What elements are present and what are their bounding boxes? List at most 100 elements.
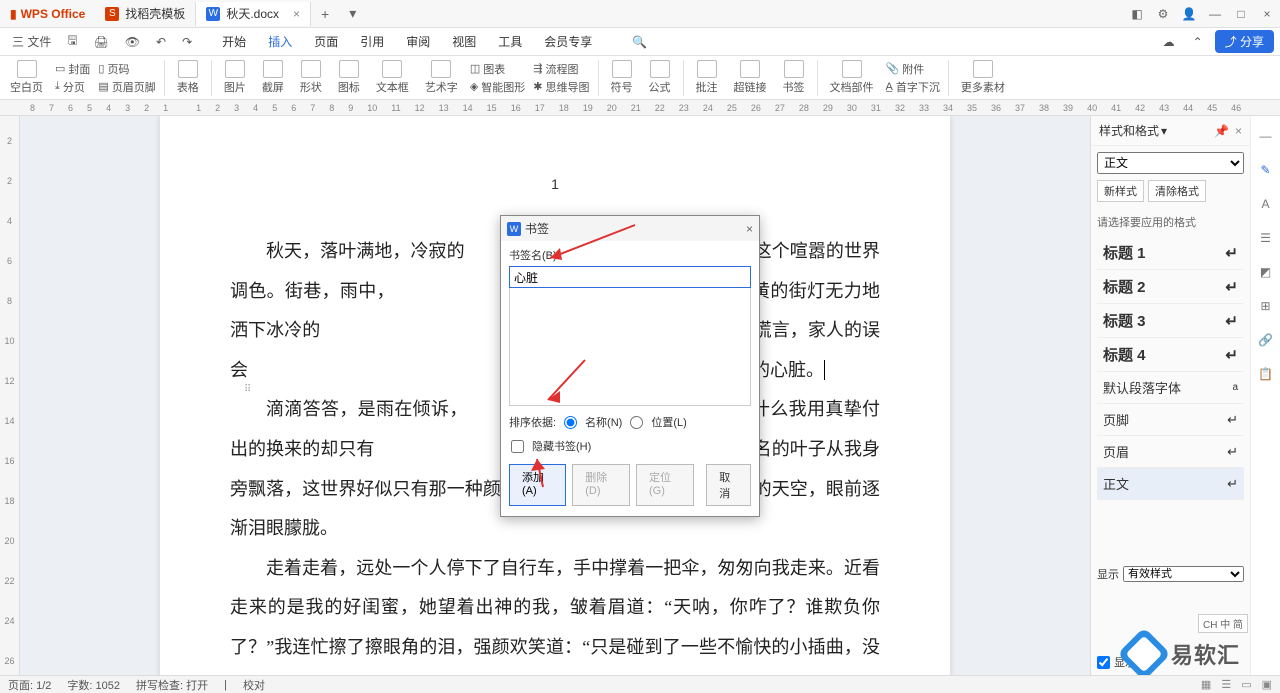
clear-format-button[interactable]: 清除格式 (1148, 180, 1206, 202)
view-print-icon[interactable]: ▦ (1201, 678, 1211, 691)
tab-view[interactable]: 视图 (442, 29, 486, 54)
status-proof[interactable]: 校对 (243, 677, 265, 693)
rb-page-number[interactable]: ▯ 页码 (98, 61, 155, 77)
rb-more[interactable]: 更多素材 (957, 60, 1009, 95)
window-maximize[interactable]: □ (1228, 7, 1254, 21)
rb-dropcap[interactable]: A̲ 首字下沉 (886, 79, 940, 95)
rb-page-break[interactable]: ⤓ 分页 (55, 79, 90, 95)
ime-indicator[interactable]: CH 中 简 (1198, 614, 1248, 633)
share-button[interactable]: ⤴ 分享 (1215, 30, 1274, 53)
redo-icon[interactable]: ↷ (176, 31, 198, 53)
bookmark-name-input[interactable] (509, 266, 751, 288)
style-item-h4[interactable]: 标题 4↵ (1097, 338, 1244, 372)
save-icon[interactable]: 🖫 (61, 27, 83, 56)
rail-nav-icon[interactable]: ⊞ (1256, 296, 1276, 316)
show-preview-checkbox[interactable] (1097, 656, 1110, 669)
rb-icons[interactable]: 图标 (334, 60, 364, 95)
tab-vip[interactable]: 会员专享 (534, 29, 602, 54)
rb-equation[interactable]: 公式 (645, 60, 675, 95)
view-web-icon[interactable]: ▭ (1241, 678, 1251, 691)
status-page[interactable]: 页面: 1/2 (8, 677, 51, 693)
tab-tools[interactable]: 工具 (488, 29, 532, 54)
pin-icon[interactable]: 📌 (1214, 124, 1229, 138)
drag-handle-icon[interactable]: ⠿ (244, 384, 249, 395)
window-minimize[interactable]: — (1202, 7, 1228, 21)
rb-bookmark[interactable]: 书签 (779, 60, 809, 95)
collapse-icon[interactable]: ⌃ (1187, 31, 1209, 53)
rb-header-footer[interactable]: ▤ 页眉页脚 (98, 79, 155, 95)
cloud-icon[interactable]: ☁ (1157, 31, 1181, 53)
rb-screenshot[interactable]: 截屏 (258, 60, 288, 95)
file-menu[interactable]: 三 文件 (6, 29, 57, 54)
window-close[interactable]: × (1254, 7, 1280, 21)
window-settings-icon[interactable]: ⚙ (1150, 7, 1176, 21)
rb-symbol[interactable]: 符号 (607, 60, 637, 95)
bookmark-list[interactable] (509, 288, 751, 406)
dialog-close-icon[interactable]: × (746, 222, 753, 236)
rail-style-icon[interactable]: A (1256, 194, 1276, 214)
cancel-button[interactable]: 取消 (706, 464, 751, 506)
dialog-titlebar[interactable]: W 书签 × (501, 216, 759, 241)
tab-document[interactable]: W 秋天.docx × (196, 2, 311, 26)
undo-icon[interactable]: ↶ (150, 31, 172, 53)
rb-shapes[interactable]: 形状 (296, 60, 326, 95)
tab-page[interactable]: 页面 (304, 29, 348, 54)
current-style-select[interactable]: 正文 (1097, 152, 1244, 174)
tab-template[interactable]: S 找稻壳模板 (95, 2, 196, 26)
sort-name-radio[interactable] (564, 416, 577, 429)
rb-chart[interactable]: ◫ 图表 (470, 61, 525, 77)
paragraph: 走着走着，远处一个人停下了自行车，手中撑着一把伞，匆匆向我走来。近看走来的是我的… (230, 549, 880, 676)
rb-attachment[interactable]: 📎 附件 (886, 61, 940, 77)
sort-location-radio[interactable] (630, 416, 643, 429)
rb-smartart[interactable]: ◈ 智能图形 (470, 79, 525, 95)
user-avatar[interactable]: 👤 (1176, 7, 1202, 21)
style-item-h3[interactable]: 标题 3↵ (1097, 304, 1244, 338)
rail-clipboard-icon[interactable]: 📋 (1256, 364, 1276, 384)
tab-label: 找稻壳模板 (125, 5, 185, 22)
tab-label: 秋天.docx (226, 5, 279, 22)
rb-hyperlink[interactable]: 超链接 (730, 60, 771, 95)
rb-table[interactable]: 表格 (173, 60, 203, 95)
tab-reference[interactable]: 引用 (350, 29, 394, 54)
style-item-h1[interactable]: 标题 1↵ (1097, 236, 1244, 270)
style-item-body[interactable]: 正文↵ (1097, 468, 1244, 500)
status-spell[interactable]: 拼写检查: 打开 (136, 677, 208, 693)
rb-mindmap[interactable]: ✱ 思维导图 (533, 79, 589, 95)
style-item-header[interactable]: 页眉↵ (1097, 436, 1244, 468)
rb-textbox[interactable]: 文本框 (372, 60, 413, 95)
search-icon[interactable]: 🔍 (626, 31, 653, 53)
rb-comment[interactable]: 批注 (692, 60, 722, 95)
new-tab-button[interactable]: + (311, 6, 339, 22)
tab-insert[interactable]: 插入 (258, 29, 302, 54)
rail-edit-icon[interactable]: ✎ (1256, 160, 1276, 180)
rb-blank-page[interactable]: 空白页 (6, 60, 47, 95)
delete-button: 删除(D) (572, 464, 630, 506)
tab-menu[interactable]: ▾ (339, 5, 366, 22)
new-style-button[interactable]: 新样式 (1097, 180, 1144, 202)
rail-settings-icon[interactable]: ◩ (1256, 262, 1276, 282)
rail-link-icon[interactable]: 🔗 (1256, 330, 1276, 350)
rb-image[interactable]: 图片 (220, 60, 250, 95)
rb-cover[interactable]: ▭ 封面 (55, 61, 90, 77)
close-icon[interactable]: × (1235, 124, 1242, 138)
tab-review[interactable]: 审阅 (396, 29, 440, 54)
tab-start[interactable]: 开始 (212, 29, 256, 54)
status-words[interactable]: 字数: 1052 (67, 677, 120, 693)
window-layout-icon[interactable]: ◧ (1124, 7, 1150, 21)
rail-select-icon[interactable]: ☰ (1256, 228, 1276, 248)
style-item-default[interactable]: 默认段落字体a (1097, 372, 1244, 404)
hide-bookmark-checkbox[interactable] (511, 440, 524, 453)
show-styles-select[interactable]: 有效样式 (1123, 566, 1244, 582)
view-outline-icon[interactable]: ☰ (1221, 678, 1231, 691)
add-button[interactable]: 添加(A) (509, 464, 566, 506)
rb-docparts[interactable]: 文档部件 (826, 60, 878, 95)
view-read-icon[interactable]: ▣ (1262, 678, 1272, 691)
close-icon[interactable]: × (293, 7, 300, 21)
style-item-footer[interactable]: 页脚↵ (1097, 404, 1244, 436)
style-item-h2[interactable]: 标题 2↵ (1097, 270, 1244, 304)
rb-flowchart[interactable]: ⇶ 流程图 (533, 61, 589, 77)
print-icon[interactable]: 🖨 (88, 31, 115, 53)
preview-icon[interactable]: 👁 (119, 31, 146, 53)
rb-wordart[interactable]: 艺术字 (421, 60, 462, 95)
rail-minus-icon[interactable]: — (1256, 126, 1276, 146)
